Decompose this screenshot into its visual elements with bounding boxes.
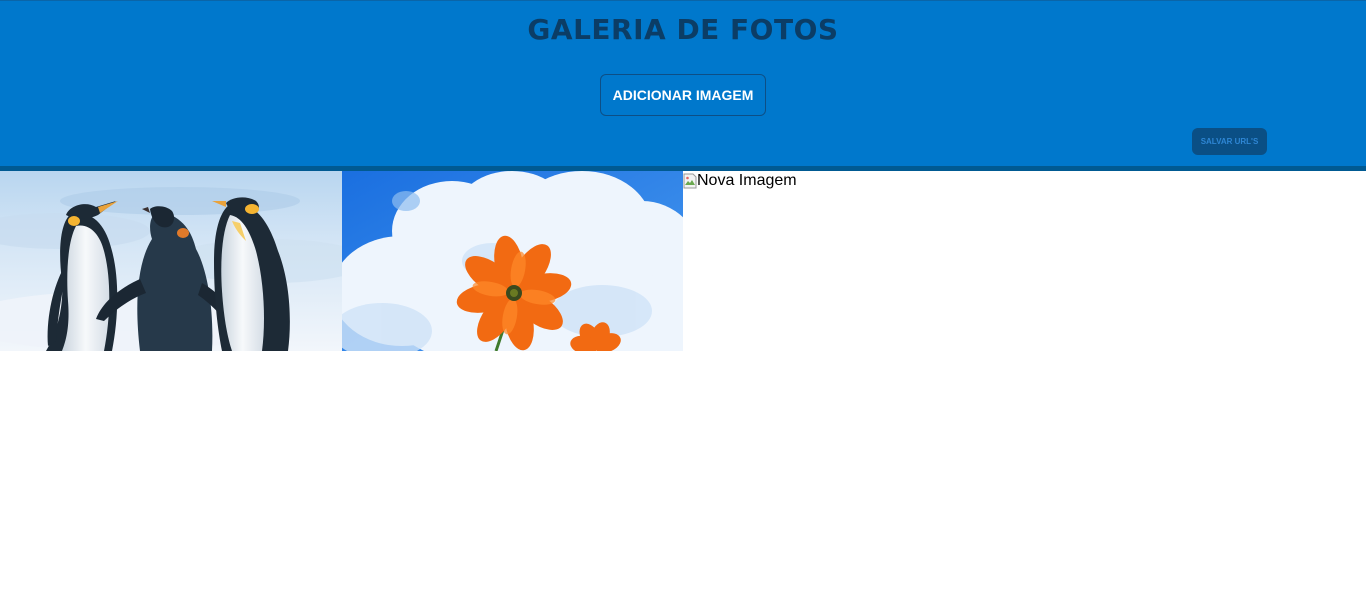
gallery-image-broken[interactable]: Nova Imagem — [683, 171, 797, 191]
header: GALERIA DE FOTOS ADICIONAR IMAGEM SALVAR… — [0, 0, 1366, 166]
add-image-button[interactable]: ADICIONAR IMAGEM — [600, 74, 766, 116]
photo-gallery: Nova Imagem — [0, 171, 1366, 351]
page-title: GALERIA DE FOTOS — [527, 13, 839, 46]
broken-image-icon — [683, 173, 697, 189]
save-urls-button[interactable]: SALVAR URL'S — [1192, 128, 1267, 155]
gallery-image-penguins[interactable] — [0, 171, 342, 351]
broken-image-alt-text: Nova Imagem — [697, 172, 797, 189]
gallery-image-flower[interactable] — [342, 171, 683, 351]
